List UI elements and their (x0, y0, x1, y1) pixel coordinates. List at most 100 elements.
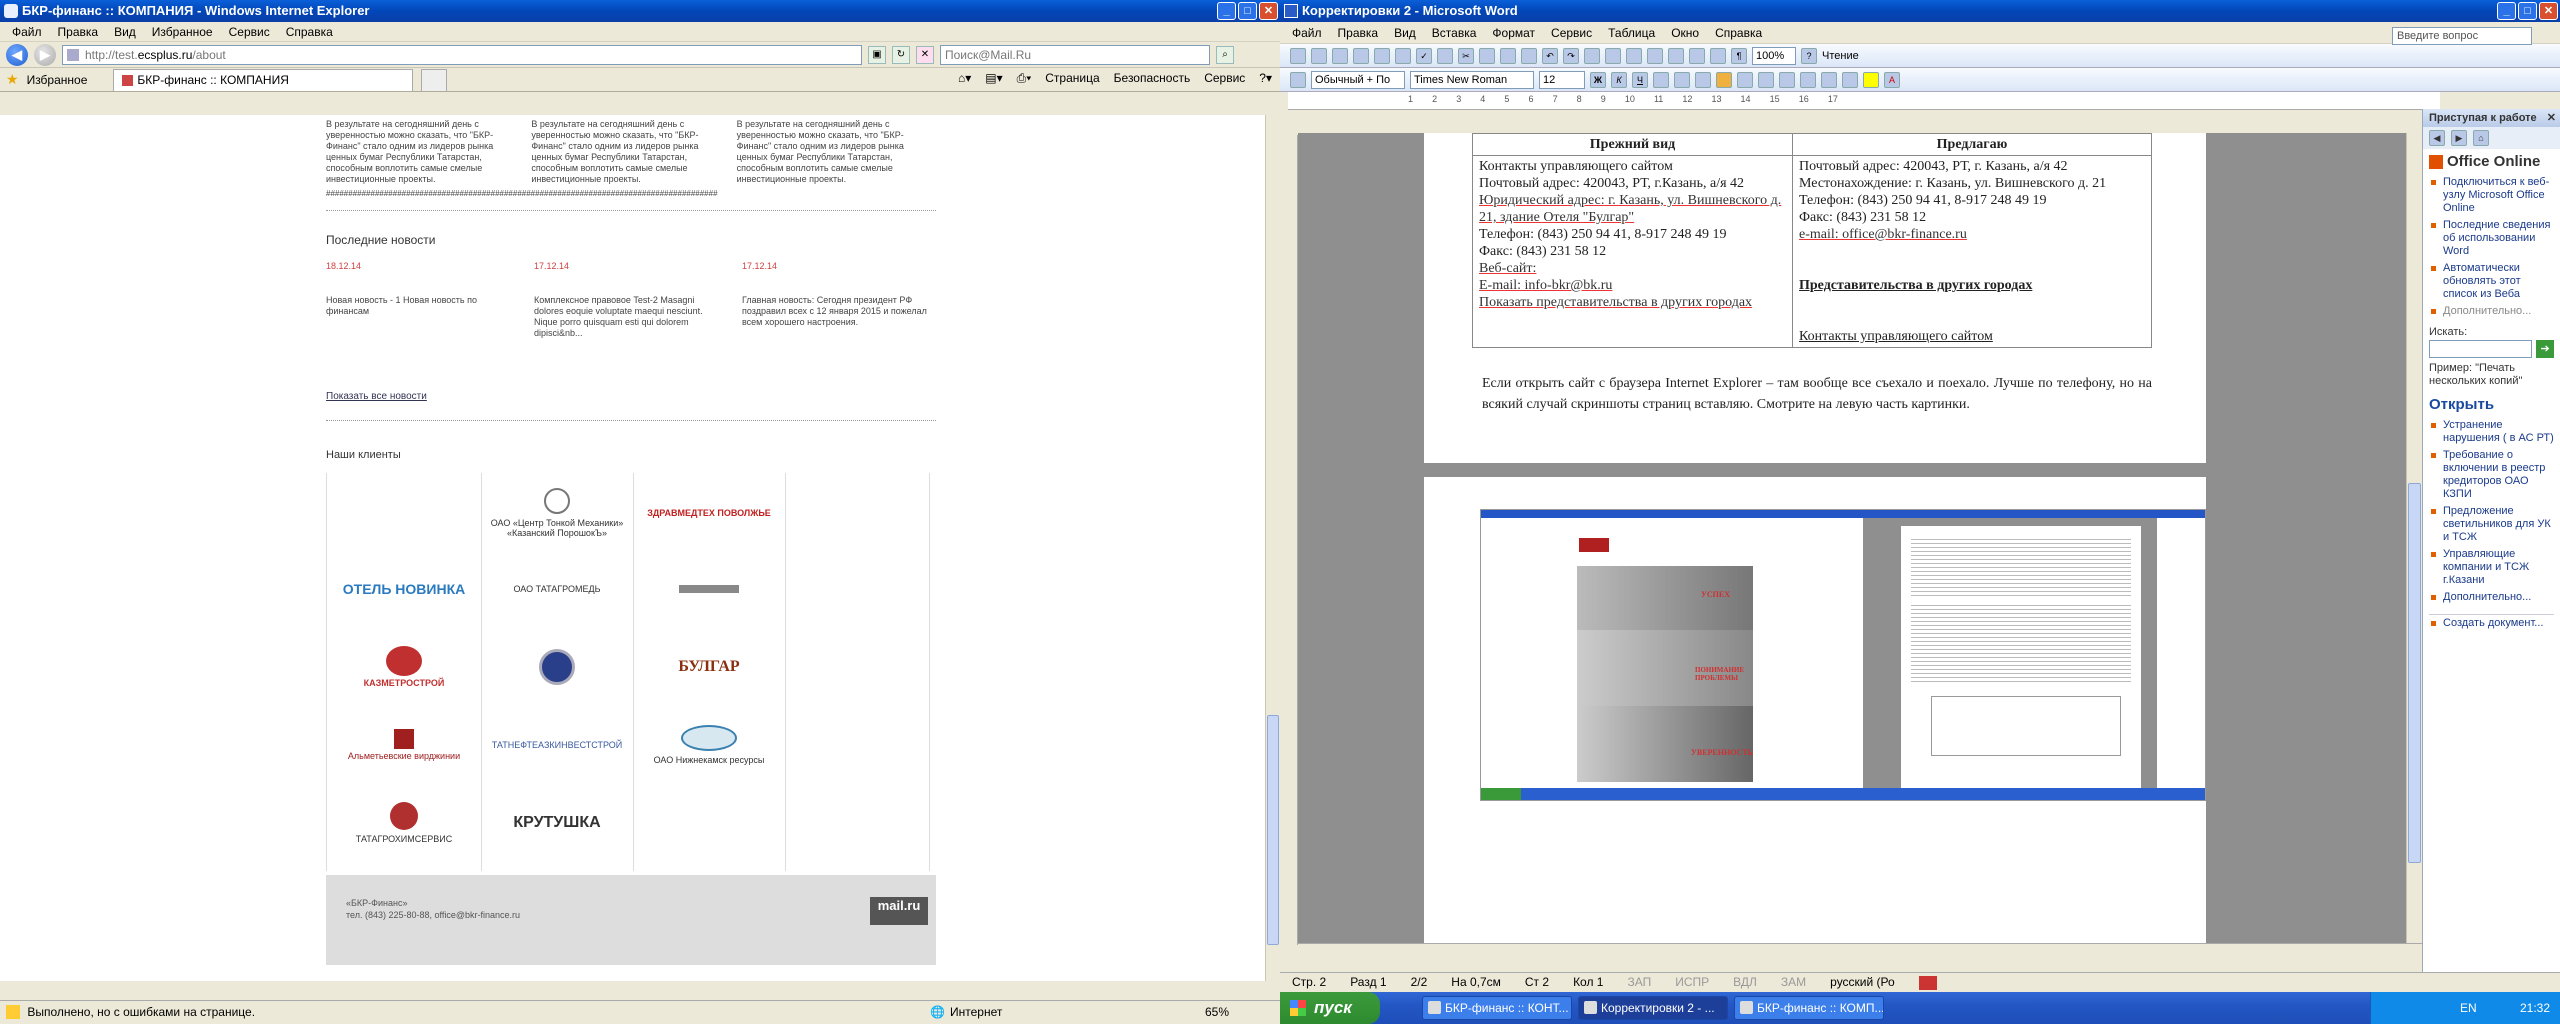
language-indicator[interactable]: EN (2460, 1001, 2477, 1015)
recent-doc-link[interactable]: Устранение нарушения ( в АС РТ) (2423, 417, 2560, 447)
horizontal-ruler[interactable]: 1 2 3 4 5 6 7 8 9 10 11 12 13 14 15 16 17 (1288, 92, 2440, 110)
menu-file[interactable]: Файл (4, 25, 50, 39)
insert-table-icon[interactable] (1626, 47, 1642, 64)
favorites-button[interactable]: Избранное (27, 73, 88, 87)
insert-excel-icon[interactable] (1647, 47, 1663, 64)
status-trk[interactable]: ИСПР (1675, 973, 1709, 992)
font-combo[interactable]: Times New Roman (1410, 70, 1534, 89)
decrease-indent-icon[interactable] (1800, 71, 1816, 88)
minimize-button[interactable]: _ (1217, 2, 1236, 20)
vertical-ruler[interactable] (1280, 135, 1298, 945)
align-left-icon[interactable] (1653, 71, 1669, 88)
copy-icon[interactable] (1479, 47, 1495, 64)
size-combo[interactable]: 12 (1539, 70, 1585, 89)
tool-security[interactable]: Безопасность (1114, 71, 1191, 86)
start-button[interactable]: пуск (1280, 992, 1380, 1024)
create-document-link[interactable]: Создать документ... (2423, 615, 2560, 632)
maximize-button[interactable]: □ (2518, 2, 2537, 20)
client-logo[interactable]: КАЗМЕТРОСТРОЙ (331, 629, 477, 705)
zoom-combo[interactable]: 100% (1752, 46, 1796, 65)
line-spacing-icon[interactable] (1737, 71, 1753, 88)
menu-view[interactable]: Вид (1386, 26, 1424, 40)
style-combo[interactable]: Обычный + По (1311, 70, 1405, 89)
client-logo[interactable]: ЗДРАВМЕДТЕХ ПОВОЛЖЬЕ (639, 475, 779, 551)
taskbar-item[interactable]: Корректировки 2 - ... (1578, 996, 1728, 1020)
permission-icon[interactable] (1353, 47, 1369, 64)
menu-table[interactable]: Таблица (1600, 26, 1663, 40)
menu-tools[interactable]: Сервис (1543, 26, 1600, 40)
search-input[interactable]: Поиск@Mail.Ru (940, 44, 1210, 65)
cut-icon[interactable]: ✂ (1458, 47, 1474, 64)
format-painter-icon[interactable] (1521, 47, 1537, 64)
close-button[interactable]: ✕ (1259, 2, 1278, 20)
drawing-icon[interactable] (1689, 47, 1705, 64)
undo-icon[interactable]: ↶ (1542, 47, 1558, 64)
justify-icon[interactable] (1716, 71, 1732, 88)
underline-icon[interactable]: Ч (1632, 71, 1648, 88)
word-scrollbar-thumb[interactable] (2408, 483, 2421, 863)
office-online-logo[interactable]: Office Online (2429, 153, 2554, 170)
research-icon[interactable] (1437, 47, 1453, 64)
menu-help[interactable]: Справка (278, 25, 341, 39)
redo-icon[interactable]: ↷ (1563, 47, 1579, 64)
font-color-icon[interactable]: A (1884, 71, 1900, 88)
compat-icon[interactable]: ▣ (868, 45, 886, 64)
rss-icon[interactable]: ▤▾ (985, 71, 1002, 86)
status-ovr[interactable]: ЗАМ (1781, 973, 1806, 992)
ie-scrollbar[interactable] (1265, 115, 1280, 981)
word-horizontal-scrollbar[interactable] (1298, 943, 2422, 959)
menu-tools[interactable]: Сервис (221, 25, 278, 39)
back-icon[interactable]: ◀ (2429, 130, 2445, 146)
menu-edit[interactable]: Правка (50, 25, 107, 39)
news-item[interactable]: 18.12.14 Новая новость - 1 Новая новость… (326, 261, 520, 339)
word-vertical-scrollbar[interactable] (2406, 133, 2422, 943)
open-more-link[interactable]: Дополнительно... (2423, 589, 2560, 606)
news-item[interactable]: 17.12.14 Комплексное правовое Test-2 Mas… (534, 261, 728, 339)
styles-icon[interactable] (1290, 71, 1306, 88)
status-rec[interactable]: ЗАП (1627, 973, 1651, 992)
help-search-input[interactable]: Введите вопрос (2392, 27, 2532, 45)
refresh-icon[interactable]: ↻ (892, 45, 910, 64)
home-icon[interactable]: ⌂▾ (958, 71, 971, 86)
menu-edit[interactable]: Правка (1330, 26, 1387, 40)
mailru-badge[interactable]: mail.ru (870, 897, 928, 925)
menu-help[interactable]: Справка (1707, 26, 1770, 40)
taskpane-link[interactable]: Автоматически обновлять этот список из В… (2423, 260, 2560, 303)
zoom-level[interactable]: 65% (1205, 1001, 1229, 1023)
recent-doc-link[interactable]: Требование о включении в реестр кредитор… (2423, 447, 2560, 503)
menu-favorites[interactable]: Избранное (144, 25, 221, 39)
open-icon[interactable] (1311, 47, 1327, 64)
italic-icon[interactable]: К (1611, 71, 1627, 88)
print-icon[interactable] (1374, 47, 1390, 64)
maximize-button[interactable]: □ (1238, 2, 1257, 20)
help-icon[interactable]: ? (1801, 47, 1817, 64)
taskpane-search-input[interactable] (2429, 340, 2533, 358)
paste-icon[interactable] (1500, 47, 1516, 64)
taskbar-item[interactable]: БКР-финанс :: КОМП... (1734, 996, 1884, 1020)
document-page-1[interactable]: Прежний вид Предлагаю Контакты управляющ… (1424, 133, 2206, 463)
spellcheck-status-icon[interactable] (1918, 976, 1937, 990)
tool-service[interactable]: Сервис (1204, 71, 1245, 86)
taskpane-more-link[interactable]: Дополнительно... (2423, 303, 2560, 320)
increase-indent-icon[interactable] (1821, 71, 1837, 88)
forward-button[interactable]: ▶ (34, 43, 56, 66)
client-logo[interactable]: ОАО «Центр Тонкой Механики» «Казанский П… (487, 475, 627, 551)
borders-icon[interactable] (1842, 71, 1858, 88)
numbering-icon[interactable] (1758, 71, 1774, 88)
recent-doc-link[interactable]: Предложение светильников для УК и ТСЖ (2423, 503, 2560, 546)
reading-mode-button[interactable]: Чтение (1822, 50, 1859, 62)
new-tab-button[interactable] (421, 68, 448, 91)
preview-icon[interactable] (1395, 47, 1411, 64)
close-icon[interactable]: ✕ (2547, 109, 2556, 127)
align-right-icon[interactable] (1695, 71, 1711, 88)
menu-window[interactable]: Окно (1663, 26, 1707, 40)
print-icon[interactable]: ⎙▾ (1017, 71, 1032, 86)
all-news-link[interactable]: Показать все новости (326, 391, 936, 402)
show-hide-icon[interactable]: ¶ (1731, 47, 1747, 64)
highlight-icon[interactable] (1863, 71, 1879, 88)
client-logo[interactable]: ТАТАГРОХИМСЕРВИС (331, 785, 477, 861)
document-page-2[interactable]: УСПЕХ ПОНИМАНИЕ ПРОБЛЕМЫ УВЕРЕННОСТЬ (1424, 477, 2206, 943)
stop-icon[interactable]: ✕ (916, 45, 934, 64)
taskpane-link[interactable]: Последние сведения об использовании Word (2423, 217, 2560, 260)
status-ext[interactable]: ВДЛ (1733, 973, 1757, 992)
